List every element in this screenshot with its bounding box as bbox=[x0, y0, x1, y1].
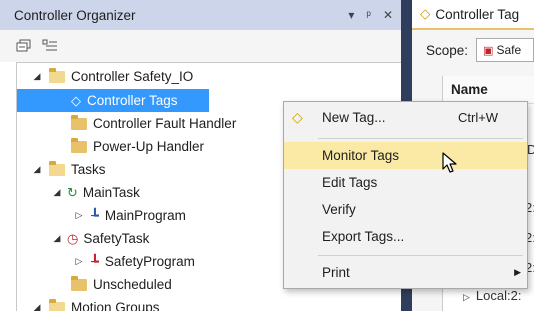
grid-row-local[interactable]: ▷ Local:2: bbox=[463, 288, 521, 303]
tree-item-unscheduled[interactable]: Unscheduled bbox=[71, 273, 172, 296]
tree-item-label: SafetyProgram bbox=[104, 254, 195, 269]
pin-icon[interactable]: ᵖ bbox=[366, 8, 371, 22]
menu-separator bbox=[318, 138, 523, 139]
folder-open-icon bbox=[49, 298, 65, 311]
close-icon[interactable]: ✕ bbox=[383, 8, 393, 22]
menu-item-label: Edit Tags bbox=[322, 175, 378, 190]
menu-item-edit-tags[interactable]: Edit Tags bbox=[284, 169, 527, 196]
tree-item-label: Power-Up Handler bbox=[93, 139, 205, 154]
collapse-arrow-icon[interactable]: ◢ bbox=[51, 233, 63, 244]
tree-item-label: Tasks bbox=[71, 162, 106, 177]
folder-open-icon bbox=[49, 160, 65, 176]
tree-item-controller-tags[interactable]: ◇ Controller Tags bbox=[17, 89, 209, 112]
tree-item-label: MainProgram bbox=[104, 208, 186, 223]
grid-cell: Local:2: bbox=[475, 288, 522, 303]
column-header-name[interactable]: Name bbox=[443, 76, 534, 104]
safety-task-icon: ◷ bbox=[67, 230, 79, 246]
grid-cell: D bbox=[527, 142, 534, 157]
collapse-arrow-icon[interactable]: ◢ bbox=[31, 302, 43, 311]
menu-item-label: Print bbox=[322, 265, 350, 280]
tree-item-label: Unscheduled bbox=[93, 277, 172, 292]
menu-item-label: New Tag... bbox=[322, 110, 386, 125]
menu-item-verify[interactable]: Verify bbox=[284, 196, 527, 223]
program-icon: ┺ bbox=[91, 207, 99, 223]
tree-item-power-up-handler[interactable]: Power-Up Handler bbox=[71, 135, 204, 158]
menu-item-export-tags[interactable]: Export Tags... bbox=[284, 223, 527, 250]
scope-select[interactable]: ▣ Safe bbox=[476, 38, 534, 62]
menu-item-print[interactable]: Print ▶ bbox=[284, 259, 527, 286]
dropdown-arrow-icon[interactable]: ▾ bbox=[348, 8, 354, 22]
tree-item-motion-groups[interactable]: ◢ Motion Groups bbox=[31, 296, 160, 311]
scope-value: Safe bbox=[496, 43, 522, 57]
tree-item-main-program[interactable]: ▷ ┺ MainProgram bbox=[73, 204, 186, 227]
safety-program-icon: ┺ bbox=[91, 253, 99, 269]
organizer-title: Controller Organizer bbox=[14, 7, 136, 23]
folder-icon bbox=[71, 275, 87, 291]
tree-item-label: Motion Groups bbox=[71, 300, 160, 311]
tab-controller-tags[interactable]: ◇ Controller Tag bbox=[412, 0, 534, 30]
tree-item-label: Controller Safety_IO bbox=[71, 69, 194, 84]
safety-controller-icon: ▣ bbox=[483, 44, 494, 57]
tree-item-main-task[interactable]: ◢ ↻ MainTask bbox=[51, 181, 140, 204]
continuous-task-icon: ↻ bbox=[67, 184, 78, 200]
tree-item-label: MainTask bbox=[82, 185, 140, 200]
collapse-all-icon[interactable] bbox=[16, 39, 32, 53]
menu-item-shortcut: Ctrl+W bbox=[458, 110, 499, 125]
menu-item-label: Monitor Tags bbox=[322, 148, 400, 163]
scope-row: Scope: ▣ Safe bbox=[412, 30, 534, 70]
menu-item-label: Verify bbox=[322, 202, 356, 217]
tag-icon: ◇ bbox=[292, 109, 303, 125]
menu-item-monitor-tags[interactable]: Monitor Tags bbox=[284, 142, 527, 169]
tab-label: Controller Tag bbox=[435, 6, 520, 22]
mouse-cursor-icon bbox=[442, 152, 457, 173]
tree-item-label: Controller Tags bbox=[87, 93, 178, 108]
expand-arrow-icon[interactable]: ▷ bbox=[73, 210, 85, 221]
expand-arrow-icon[interactable]: ▷ bbox=[73, 256, 85, 267]
organizer-title-buttons: ▾ ᵖ ✕ bbox=[348, 0, 393, 30]
context-menu: ◇ New Tag... Ctrl+W Monitor Tags Edit Ta… bbox=[283, 101, 528, 289]
tree-item-label: SafetyTask bbox=[83, 231, 150, 246]
folder-icon bbox=[71, 114, 87, 130]
organizer-title-bar: Controller Organizer ▾ ᵖ ✕ bbox=[0, 0, 401, 30]
submenu-arrow-icon: ▶ bbox=[514, 267, 521, 277]
scope-label: Scope: bbox=[426, 42, 469, 58]
collapse-arrow-icon[interactable]: ◢ bbox=[31, 71, 43, 82]
tree-item-tasks[interactable]: ◢ Tasks bbox=[31, 158, 106, 181]
menu-item-label: Export Tags... bbox=[322, 229, 405, 244]
menu-item-new-tag[interactable]: ◇ New Tag... Ctrl+W bbox=[284, 104, 527, 131]
menu-separator bbox=[318, 255, 523, 256]
collapse-arrow-icon[interactable]: ◢ bbox=[51, 187, 63, 198]
organizer-toolbar bbox=[0, 30, 401, 62]
tree-item-label: Controller Fault Handler bbox=[93, 116, 237, 131]
folder-open-icon bbox=[49, 67, 65, 83]
folder-icon bbox=[71, 137, 87, 153]
expand-all-icon[interactable] bbox=[42, 39, 58, 53]
tree-item-safety-task[interactable]: ◢ ◷ SafetyTask bbox=[51, 227, 150, 250]
tree-item-safety-program[interactable]: ▷ ┺ SafetyProgram bbox=[73, 250, 195, 273]
collapse-arrow-icon[interactable]: ◢ bbox=[31, 164, 43, 175]
expand-arrow-icon[interactable]: ▷ bbox=[463, 292, 470, 302]
tag-icon: ◇ bbox=[420, 6, 431, 21]
tree-item-controller[interactable]: ◢ Controller Safety_IO bbox=[31, 65, 193, 88]
tree-item-controller-fault-handler[interactable]: Controller Fault Handler bbox=[71, 112, 236, 135]
tag-icon: ◇ bbox=[71, 92, 81, 108]
